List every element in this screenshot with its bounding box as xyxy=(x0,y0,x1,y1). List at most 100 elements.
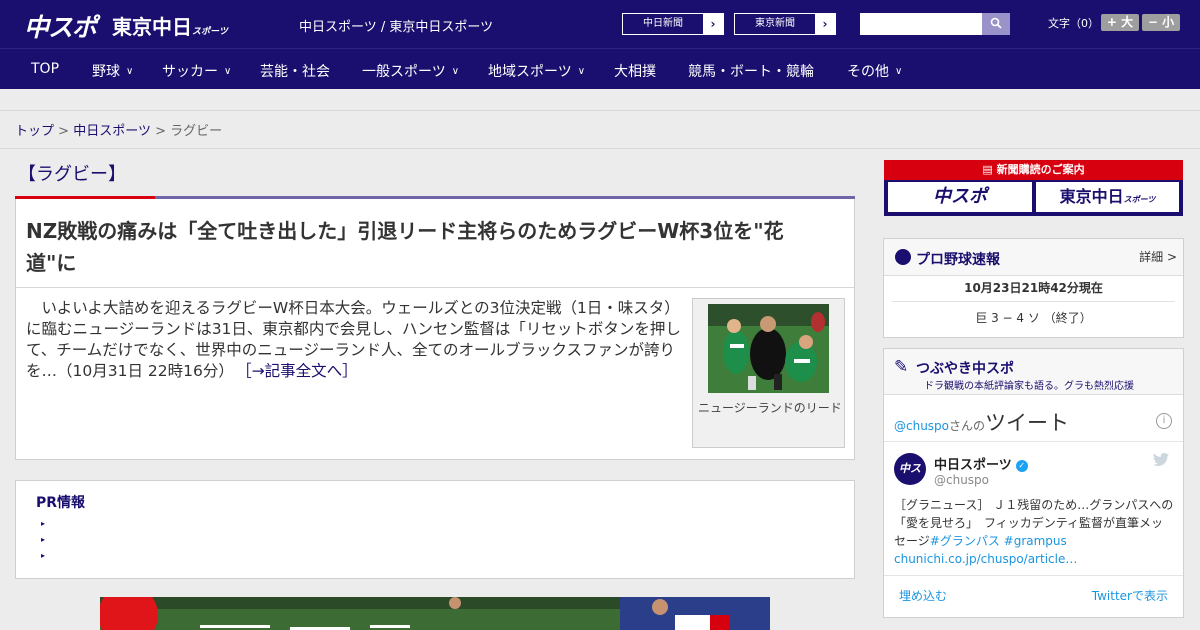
subscribe-tokyo-logo-sub: スポーツ xyxy=(1123,195,1156,204)
pr-title: PR情報 xyxy=(36,495,86,511)
search-icon xyxy=(990,17,1002,29)
timeline-header: @chuspoさんのツイート xyxy=(894,407,1069,437)
nav-others[interactable]: その他 ∨ xyxy=(847,61,902,81)
subscribe-chuspo-logo[interactable]: 中スポ xyxy=(888,182,1032,212)
divider xyxy=(16,287,854,288)
pr-item-bullet[interactable]: ▸ xyxy=(41,551,45,560)
nav-top-label: TOP xyxy=(31,61,60,77)
chevron-down-icon: ∨ xyxy=(577,66,586,77)
baseball-scores-header: プロ野球速報 詳細 > xyxy=(884,239,1183,276)
nav-racing[interactable]: 競馬・ボート・競輪 xyxy=(688,61,814,81)
baseball-scores-title: プロ野球速報 xyxy=(916,252,1000,268)
article-card: NZ敗戦の痛みは「全て吐き出した」引退リード主将らのためラグビーW杯3位を"花道… xyxy=(15,199,855,460)
info-icon[interactable]: i xyxy=(1156,413,1172,429)
pr-item-bullet[interactable]: ▸ xyxy=(41,519,45,528)
search-button[interactable] xyxy=(982,13,1010,35)
baseball-icon xyxy=(895,249,911,265)
timeline-title: ツイート xyxy=(985,411,1070,435)
nav-soccer[interactable]: サッカー ∨ xyxy=(162,61,231,81)
nav-top[interactable]: TOP xyxy=(31,61,59,77)
subscribe-tokyo-logo-text: 東京中日 xyxy=(1059,187,1124,206)
tweet-article-link[interactable]: chunichi.co.jp/chuspo/article… xyxy=(894,552,1077,566)
divider xyxy=(884,441,1183,442)
divider xyxy=(892,301,1175,302)
tokyo-shimbun-button[interactable]: 東京新聞 › xyxy=(734,13,836,35)
breadcrumb-current: ラグビー xyxy=(170,124,223,139)
breadcrumb-separator: > xyxy=(58,124,70,139)
nav-local-sports-label: 地域スポーツ xyxy=(488,64,572,80)
baseball-detail-link[interactable]: 詳細 > xyxy=(1139,248,1177,265)
hashtag-link[interactable]: #grampus xyxy=(1004,534,1067,548)
tweet-text: ［グラニュース］ Ｊ１残留のため…グランパスへの「愛を見せろ」 フィッカデンティ… xyxy=(894,496,1174,568)
chevron-down-icon: ∨ xyxy=(126,66,134,77)
chevron-down-icon: ∨ xyxy=(224,66,232,77)
chunichi-shimbun-button[interactable]: 中日新聞 › xyxy=(622,13,724,35)
chevron-down-icon: ∨ xyxy=(451,66,460,77)
pr-item-bullet[interactable]: ▸ xyxy=(41,535,45,544)
breadcrumb-chunichi-sports[interactable]: 中日スポーツ xyxy=(73,124,151,139)
subscription-title-text: 新聞購読のご案内 xyxy=(996,163,1085,176)
timeline-handle[interactable]: @chuspo xyxy=(894,419,949,433)
baseball-timestamp: 10月23日21時42分現在 xyxy=(964,281,1103,295)
embed-link[interactable]: 埋め込む xyxy=(899,587,947,604)
nav-sumo-label: 大相撲 xyxy=(614,64,656,80)
tweet-account-name-text: 中日スポーツ xyxy=(934,458,1012,473)
view-on-twitter-link[interactable]: Twitterで表示 xyxy=(1092,587,1168,604)
subscribe-tokyo-logo[interactable]: 東京中日スポーツ xyxy=(1036,182,1179,212)
tokyo-shimbun-label: 東京新聞 xyxy=(755,18,795,29)
rugby-banner[interactable] xyxy=(100,597,770,630)
newspaper-icon: ▤ xyxy=(982,163,997,176)
pr-box: PR情報 ▸ ▸ ▸ xyxy=(15,480,855,579)
twitter-bird-icon[interactable] xyxy=(1153,452,1169,470)
site-title[interactable]: 中日スポーツ / 東京中日スポーツ xyxy=(299,16,493,35)
site-header: 中スポ 東京中日スポーツ 中日スポーツ / 東京中日スポーツ 中日新聞 › 東京… xyxy=(0,0,1200,48)
nav-entertainment[interactable]: 芸能・社会 xyxy=(260,61,330,81)
article-headline[interactable]: NZ敗戦の痛みは「全て吐き出した」引退リード主将らのためラグビーW杯3位を"花道… xyxy=(26,215,826,279)
font-bigger-button[interactable]: + 大 xyxy=(1101,14,1139,31)
subscription-banner[interactable]: ▤ 新聞購読のご案内 中スポ 東京中日スポーツ xyxy=(884,160,1183,216)
baseball-game-score[interactable]: 巨 3 − 4 ソ （終了） xyxy=(884,309,1183,326)
hashtag-link[interactable]: #グランパス xyxy=(930,534,1000,548)
chevron-right-icon: › xyxy=(703,14,723,34)
search-input[interactable] xyxy=(860,13,982,35)
chevron-down-icon: ∨ xyxy=(895,66,903,77)
nav-racing-label: 競馬・ボート・競輪 xyxy=(688,64,814,80)
divider xyxy=(0,148,1200,149)
chunichi-shimbun-label: 中日新聞 xyxy=(643,18,683,29)
nav-sumo[interactable]: 大相撲 xyxy=(614,61,656,81)
category-title: 【ラグビー】 xyxy=(18,164,126,185)
breadcrumb: トップ > 中日スポーツ > ラグビー xyxy=(15,120,222,139)
article-photo[interactable] xyxy=(708,304,829,393)
nav-entertainment-label: 芸能・社会 xyxy=(260,64,330,80)
twitter-card: ✎ つぶやき中スポ ドラ観戦の本紙評論家も語る。グラも熱烈応援 @chuspoさ… xyxy=(883,348,1184,618)
article-summary: いよいよ大詰めを迎えるラグビーW杯日本大会。ウェールズとの3位決定戦（1日・味ス… xyxy=(26,298,686,382)
verified-icon: ✓ xyxy=(1015,460,1028,472)
read-more-link[interactable]: ［→記事全文へ］ xyxy=(244,362,358,380)
twitter-card-header: ✎ つぶやき中スポ ドラ観戦の本紙評論家も語る。グラも熱烈応援 xyxy=(884,349,1183,395)
tweet-account-name[interactable]: 中日スポーツ ✓ xyxy=(934,454,1028,473)
nav-general-sports-label: 一般スポーツ xyxy=(362,64,446,80)
breadcrumb-top[interactable]: トップ xyxy=(15,124,54,139)
nav-soccer-label: サッカー xyxy=(162,64,218,80)
nav-baseball[interactable]: 野球 ∨ xyxy=(92,61,133,81)
tokyo-chunichi-logo-sub: スポーツ xyxy=(192,27,228,37)
baseball-scores-card: プロ野球速報 詳細 > 10月23日21時42分現在 巨 3 − 4 ソ （終了… xyxy=(883,238,1184,338)
chevron-right-icon: › xyxy=(815,14,835,34)
chuspo-logo[interactable]: 中スポ xyxy=(24,8,97,44)
nav-others-label: その他 xyxy=(847,64,889,80)
avatar[interactable]: 中スポ xyxy=(894,453,926,507)
nav-local-sports[interactable]: 地域スポーツ ∨ xyxy=(488,61,585,81)
nav-general-sports[interactable]: 一般スポーツ ∨ xyxy=(362,61,459,81)
article-photo-box: ニュージーランドのリード xyxy=(692,298,845,448)
divider xyxy=(884,575,1183,576)
tokyo-chunichi-logo-text: 東京中日 xyxy=(112,15,192,39)
twitter-card-title: つぶやき中スポ xyxy=(916,361,1014,377)
font-smaller-button[interactable]: − 小 xyxy=(1142,14,1180,31)
nav-spacer xyxy=(0,89,1200,111)
nav-baseball-label: 野球 xyxy=(92,64,120,80)
main-nav: TOP 野球 ∨ サッカー ∨ 芸能・社会 一般スポーツ ∨ 地域スポーツ ∨ 大相撲 … xyxy=(0,48,1200,89)
subscription-title: ▤ 新聞購読のご案内 xyxy=(884,160,1183,180)
photo-caption: ニュージーランドのリード xyxy=(698,401,842,415)
tokyo-chunichi-logo[interactable]: 東京中日スポーツ xyxy=(112,11,228,40)
tweet-account-handle[interactable]: @chuspo xyxy=(934,473,989,487)
